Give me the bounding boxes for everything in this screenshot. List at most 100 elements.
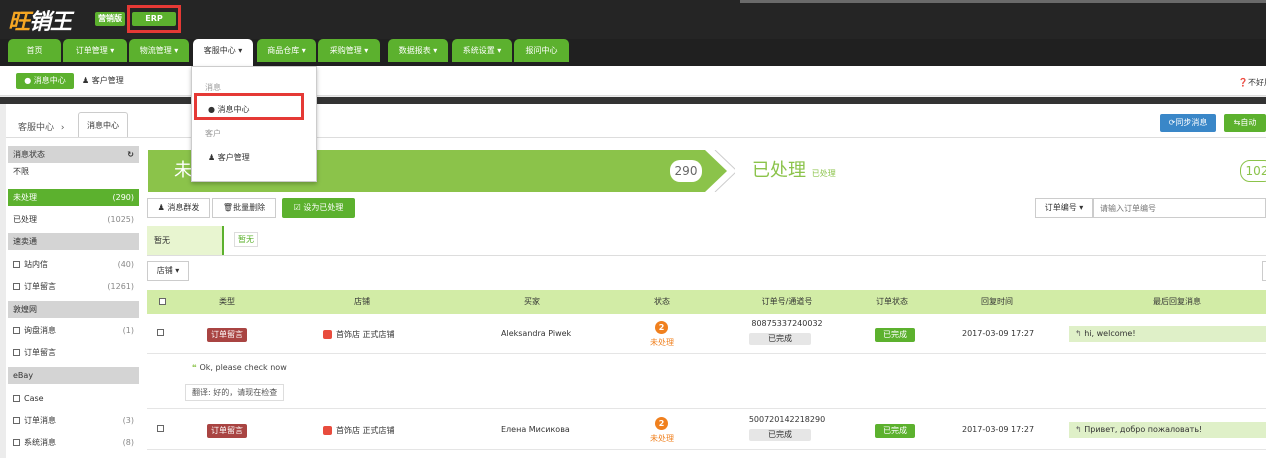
status-count-badge: 2	[655, 417, 668, 430]
feedback-link[interactable]: ❓不好用	[1238, 77, 1266, 88]
check-icon: ☑	[293, 203, 304, 212]
right-select-edge[interactable]	[1262, 261, 1266, 281]
table-row[interactable]: 订单留言 首饰店 正式店铺 Aleksandra Piwek 2 未处理 808…	[147, 314, 1266, 354]
sidebar-item[interactable]: 系统消息 (8)	[8, 434, 139, 451]
top-bar	[0, 0, 1266, 39]
sidebar-item-label: 询盘消息	[24, 326, 56, 335]
sync-messages-button[interactable]: ⟳同步消息	[1160, 114, 1216, 132]
translation-box: 翻译: 好的，请现在检查	[185, 384, 285, 401]
sidebar-item-label: 敦煌网	[13, 305, 37, 314]
col-last-reply[interactable]: 最后回复消息	[1107, 290, 1247, 314]
sidebar-item[interactable]: Case	[8, 390, 139, 407]
reply-icon: ↰	[1075, 329, 1085, 338]
dropdown-item-customer-manage[interactable]: ♟ 客户管理	[192, 152, 316, 163]
sidebar-checkbox[interactable]	[13, 417, 20, 424]
dropdown-group-customers: 客户	[205, 129, 221, 138]
filter-chip[interactable]: 暂无	[234, 232, 258, 247]
col-order-no[interactable]: 订单号/通道号	[737, 290, 837, 314]
order-status-tag: 已完成	[875, 328, 915, 342]
sidebar-item-count: (1261)	[107, 282, 134, 291]
refresh-icon[interactable]: ↻	[127, 146, 134, 163]
bulk-delete-button[interactable]: 🗑批量删除	[212, 198, 276, 218]
order-no-select[interactable]: 订单编号 ▾	[1035, 198, 1093, 218]
row-checkbox[interactable]	[157, 328, 164, 337]
status-text: 未处理	[650, 338, 674, 347]
order-number[interactable]: 80875337240032	[742, 319, 832, 328]
sidebar-checkbox[interactable]	[13, 327, 20, 334]
sidebar-item[interactable]: 订单留言	[8, 344, 139, 361]
trash-icon: 🗑	[222, 203, 234, 212]
breadcrumb-current-tab[interactable]: 消息中心	[78, 112, 128, 137]
processed-count-badge: 102	[1240, 160, 1266, 182]
reply-icon: ↰	[1075, 425, 1085, 434]
dropdown-group-messages: 消息	[205, 83, 221, 92]
tab-processed-label: 已处理	[752, 160, 806, 181]
unprocessed-count-badge: 290	[670, 160, 702, 182]
sidebar-group-header: 消息状态 ↻	[8, 146, 139, 163]
row-checkbox[interactable]	[157, 424, 164, 433]
subnav-customer-manage[interactable]: ♟ 客户管理	[82, 73, 124, 89]
store-name: 首饰店 正式店铺	[336, 426, 395, 435]
nav-tab-customer-service[interactable]: 客服中心 ▾	[193, 39, 253, 66]
table-row[interactable]: 订单留言 首饰店 正式店铺 Елена Мисикова 2 未处理 50072…	[147, 410, 1266, 450]
store-cell: 首饰店 正式店铺	[323, 425, 395, 436]
col-buyer[interactable]: 买家	[487, 290, 577, 314]
sidebar-item[interactable]: 已处理 (1025)	[8, 211, 139, 228]
sidebar-checkbox[interactable]	[13, 439, 20, 446]
filter-divider	[147, 255, 1266, 256]
col-status[interactable]: 状态	[637, 290, 687, 314]
mark-processed-button[interactable]: ☑ 设为已处理	[282, 198, 355, 218]
last-reply-text: Привет, добро пожаловать!	[1084, 425, 1203, 434]
breadcrumb-root[interactable]: 客服中心	[18, 123, 54, 133]
nav-tab-purchasing[interactable]: 采购管理 ▾	[318, 39, 380, 62]
sidebar-item[interactable]: 订单留言 (1261)	[8, 278, 139, 295]
sidebar-item[interactable]: 未处理 (290)	[8, 189, 139, 206]
app-logo[interactable]: 旺销王	[8, 4, 72, 36]
auto-label: 自动	[1240, 118, 1257, 127]
tab-processed[interactable]: 已处理 已处理	[752, 150, 836, 192]
col-order-status[interactable]: 订单状态	[862, 290, 922, 314]
row-divider	[147, 408, 1266, 409]
last-reply-message[interactable]: ↰ Привет, добро пожаловать!	[1069, 422, 1266, 438]
col-reply-time[interactable]: 回复时间	[957, 290, 1037, 314]
top-search-bar[interactable]	[740, 0, 1266, 3]
nav-tab-warehouse[interactable]: 商品仓库 ▾	[257, 39, 316, 62]
select-all-checkbox[interactable]	[157, 290, 167, 314]
sidebar-item[interactable]: 不限	[8, 163, 139, 180]
bulk-send-button[interactable]: ♟ 消息群发	[147, 198, 210, 218]
sidebar-item-label: Case	[24, 394, 44, 403]
subnav-message-center-label: 消息中心	[33, 76, 66, 85]
quote-message: ❝ Ok, please check now	[192, 363, 287, 372]
col-store[interactable]: 店铺	[317, 290, 407, 314]
badge-marketing[interactable]: 营销版	[95, 12, 125, 26]
users-icon: ♟	[82, 76, 92, 85]
mark-processed-label: 设为已处理	[303, 203, 344, 212]
order-search-input[interactable]	[1093, 198, 1266, 218]
nav-tab-help[interactable]: 报问中心	[514, 39, 569, 62]
sidebar-checkbox[interactable]	[13, 349, 20, 356]
sidebar-item[interactable]: 站内信 (40)	[8, 256, 139, 273]
auto-reply-button[interactable]: ⇆自动	[1224, 114, 1266, 132]
subnav-message-center[interactable]: ● 消息中心	[16, 73, 74, 89]
bulk-send-label: 消息群发	[167, 203, 200, 212]
nav-tab-orders[interactable]: 订单管理 ▾	[63, 39, 127, 62]
order-number[interactable]: 500720142218290	[739, 415, 835, 424]
nav-tab-logistics[interactable]: 物流管理 ▾	[129, 39, 189, 62]
col-type[interactable]: 类型	[192, 290, 262, 314]
nav-tab-settings[interactable]: 系统设置 ▾	[452, 39, 512, 62]
subnav-customer-manage-label: 客户管理	[91, 76, 124, 85]
sidebar-checkbox[interactable]	[13, 395, 20, 402]
buyer-name[interactable]: Aleksandra Piwek	[501, 329, 571, 338]
sidebar-checkbox[interactable]	[13, 283, 20, 290]
store-cell: 首饰店 正式店铺	[323, 329, 395, 340]
store-select[interactable]: 店铺 ▾	[147, 261, 189, 281]
sidebar-checkbox[interactable]	[13, 261, 20, 268]
nav-tab-reports[interactable]: 数据报表 ▾	[388, 39, 448, 62]
shop-icon	[323, 330, 332, 339]
sidebar-item[interactable]: 订单消息 (3)	[8, 412, 139, 429]
sidebar-item[interactable]: 询盘消息 (1)	[8, 322, 139, 339]
buyer-name[interactable]: Елена Мисикова	[501, 425, 570, 434]
table-header: 类型 店铺 买家 状态 订单号/通道号 订单状态 回复时间 最后回复消息	[147, 290, 1266, 314]
last-reply-message[interactable]: ↰ hi, welcome!	[1069, 326, 1266, 342]
nav-tab-home[interactable]: 首页	[8, 39, 61, 62]
